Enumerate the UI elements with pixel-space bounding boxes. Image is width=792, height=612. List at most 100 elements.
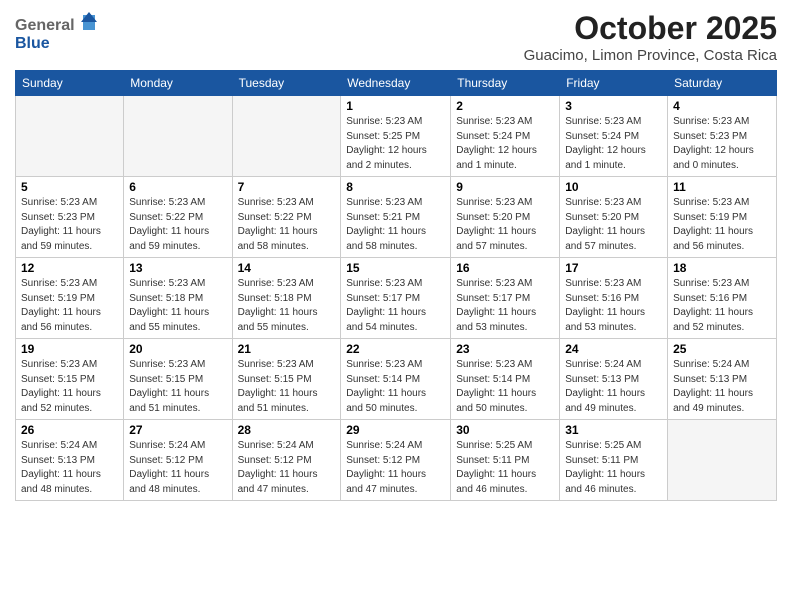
calendar-cell: 15Sunrise: 5:23 AMSunset: 5:17 PMDayligh… (341, 258, 451, 339)
weekday-header-saturday: Saturday (668, 71, 777, 96)
day-number: 10 (565, 180, 662, 194)
week-row-1: 1Sunrise: 5:23 AMSunset: 5:25 PMDaylight… (16, 96, 777, 177)
calendar-cell: 22 Sunrise: 5:23 AMSunset: 5:14 PMDayligh… (341, 339, 451, 420)
day-number: 30 (456, 423, 554, 437)
calendar-cell: 3 Sunrise: 5:23 AMSunset: 5:24 PMDaylight… (560, 96, 668, 177)
day-number: 20 (129, 342, 226, 356)
day-info: Sunrise: 5:23 AMSunset: 5:19 PMDaylight:… (673, 196, 771, 254)
day-number: 16 (456, 261, 554, 275)
calendar-cell: 18 Sunrise: 5:23 AMSunset: 5:16 PMDayligh… (668, 258, 777, 339)
calendar-table: SundayMondayTuesdayWednesdayThursdayFrid… (15, 70, 777, 501)
calendar-cell: 17 Sunrise: 5:23 AMSunset: 5:16 PMDayligh… (560, 258, 668, 339)
day-number: 8 (346, 180, 445, 194)
logo: General Blue (15, 10, 105, 60)
day-info: Sunrise: 5:23 AMSunset: 5:20 PMDaylight:… (565, 196, 662, 254)
day-number: 15 (346, 261, 445, 275)
day-number: 24 (565, 342, 662, 356)
calendar-cell: 9 Sunrise: 5:23 AMSunset: 5:20 PMDaylight… (451, 177, 560, 258)
logo-text: General Blue (15, 10, 105, 60)
day-number: 5 (21, 180, 118, 194)
weekday-header-sunday: Sunday (16, 71, 124, 96)
calendar-cell: 28 Sunrise: 5:24 AMSunset: 5:12 PMDayligh… (232, 420, 341, 501)
month-title: October 2025 (524, 10, 777, 47)
calendar-cell (124, 96, 232, 177)
day-number: 4 (673, 99, 771, 113)
calendar-cell (16, 96, 124, 177)
day-info: Sunrise: 5:23 AMSunset: 5:16 PMDaylight:… (565, 277, 662, 335)
calendar-cell (232, 96, 341, 177)
weekday-header-friday: Friday (560, 71, 668, 96)
calendar-cell: 11 Sunrise: 5:23 AMSunset: 5:19 PMDayligh… (668, 177, 777, 258)
day-info: Sunrise: 5:23 AMSunset: 5:15 PMDaylight:… (238, 358, 336, 416)
day-number: 21 (238, 342, 336, 356)
weekday-header-thursday: Thursday (451, 71, 560, 96)
calendar-cell: 19Sunrise: 5:23 AMSunset: 5:15 PMDayligh… (16, 339, 124, 420)
day-info: Sunrise: 5:23 AMSunset: 5:15 PMDaylight:… (129, 358, 226, 416)
calendar-cell: 21 Sunrise: 5:23 AMSunset: 5:15 PMDayligh… (232, 339, 341, 420)
day-number: 6 (129, 180, 226, 194)
calendar-cell: 10 Sunrise: 5:23 AMSunset: 5:20 PMDayligh… (560, 177, 668, 258)
calendar-cell: 12 Sunrise: 5:23 AMSunset: 5:19 PMDayligh… (16, 258, 124, 339)
calendar-cell: 13Sunrise: 5:23 AMSunset: 5:18 PMDayligh… (124, 258, 232, 339)
day-info: Sunrise: 5:23 AMSunset: 5:22 PMDaylight:… (238, 196, 336, 254)
calendar-cell: 14Sunrise: 5:23 AMSunset: 5:18 PMDayligh… (232, 258, 341, 339)
day-info: Sunrise: 5:24 AMSunset: 5:13 PMDaylight:… (673, 358, 771, 416)
day-number: 1 (346, 99, 445, 113)
day-info: Sunrise: 5:25 AMSunset: 5:11 PMDaylight:… (565, 439, 662, 497)
calendar-cell: 30Sunrise: 5:25 AMSunset: 5:11 PMDayligh… (451, 420, 560, 501)
day-info: Sunrise: 5:23 AMSunset: 5:24 PMDaylight:… (456, 115, 554, 173)
day-number: 2 (456, 99, 554, 113)
location: Guacimo, Limon Province, Costa Rica (524, 47, 777, 64)
title-block: October 2025 Guacimo, Limon Province, Co… (524, 10, 777, 64)
weekday-header-row: SundayMondayTuesdayWednesdayThursdayFrid… (16, 71, 777, 96)
day-number: 22 (346, 342, 445, 356)
day-number: 31 (565, 423, 662, 437)
day-info: Sunrise: 5:23 AMSunset: 5:23 PMDaylight:… (673, 115, 771, 173)
calendar-cell: 26Sunrise: 5:24 AMSunset: 5:13 PMDayligh… (16, 420, 124, 501)
weekday-header-monday: Monday (124, 71, 232, 96)
calendar-cell: 16 Sunrise: 5:23 AMSunset: 5:17 PMDayligh… (451, 258, 560, 339)
day-info: Sunrise: 5:23 AMSunset: 5:16 PMDaylight:… (673, 277, 771, 335)
week-row-3: 12 Sunrise: 5:23 AMSunset: 5:19 PMDayligh… (16, 258, 777, 339)
calendar-cell: 23Sunrise: 5:23 AMSunset: 5:14 PMDayligh… (451, 339, 560, 420)
calendar-page: General Blue October 2025 Guacimo, Limon… (0, 0, 792, 612)
day-info: Sunrise: 5:23 AMSunset: 5:19 PMDaylight:… (21, 277, 118, 335)
calendar-cell: 20 Sunrise: 5:23 AMSunset: 5:15 PMDayligh… (124, 339, 232, 420)
day-info: Sunrise: 5:24 AMSunset: 5:12 PMDaylight:… (238, 439, 336, 497)
svg-text:Blue: Blue (15, 35, 50, 52)
calendar-cell: 1Sunrise: 5:23 AMSunset: 5:25 PMDaylight… (341, 96, 451, 177)
calendar-cell: 5Sunrise: 5:23 AMSunset: 5:23 PMDaylight… (16, 177, 124, 258)
day-number: 14 (238, 261, 336, 275)
day-info: Sunrise: 5:23 AMSunset: 5:14 PMDaylight:… (456, 358, 554, 416)
day-number: 28 (238, 423, 336, 437)
calendar-cell: 31 Sunrise: 5:25 AMSunset: 5:11 PMDayligh… (560, 420, 668, 501)
calendar-cell: 24 Sunrise: 5:24 AMSunset: 5:13 PMDayligh… (560, 339, 668, 420)
week-row-5: 26Sunrise: 5:24 AMSunset: 5:13 PMDayligh… (16, 420, 777, 501)
calendar-cell: 25Sunrise: 5:24 AMSunset: 5:13 PMDayligh… (668, 339, 777, 420)
calendar-cell: 2 Sunrise: 5:23 AMSunset: 5:24 PMDaylight… (451, 96, 560, 177)
day-info: Sunrise: 5:23 AMSunset: 5:17 PMDaylight:… (456, 277, 554, 335)
day-number: 7 (238, 180, 336, 194)
weekday-header-wednesday: Wednesday (341, 71, 451, 96)
day-info: Sunrise: 5:23 AMSunset: 5:14 PMDaylight:… (346, 358, 445, 416)
day-number: 18 (673, 261, 771, 275)
week-row-2: 5Sunrise: 5:23 AMSunset: 5:23 PMDaylight… (16, 177, 777, 258)
day-info: Sunrise: 5:23 AMSunset: 5:20 PMDaylight:… (456, 196, 554, 254)
svg-text:General: General (15, 17, 75, 34)
day-number: 17 (565, 261, 662, 275)
day-number: 12 (21, 261, 118, 275)
day-info: Sunrise: 5:23 AMSunset: 5:22 PMDaylight:… (129, 196, 226, 254)
day-number: 19 (21, 342, 118, 356)
day-number: 11 (673, 180, 771, 194)
day-number: 3 (565, 99, 662, 113)
day-number: 9 (456, 180, 554, 194)
day-number: 13 (129, 261, 226, 275)
day-number: 29 (346, 423, 445, 437)
week-row-4: 19 Sunrise: 5:23 AMSunset: 5:15 PMDayligh… (16, 339, 777, 420)
day-info: Sunrise: 5:24 AMSunset: 5:13 PMDaylight:… (565, 358, 662, 416)
day-info: Sunrise: 5:24 AMSunset: 5:12 PMDaylight:… (129, 439, 226, 497)
day-info: Sunrise: 5:23 AMSunset: 5:24 PMDaylight:… (565, 115, 662, 173)
weekday-header-tuesday: Tuesday (232, 71, 341, 96)
day-info: Sunrise: 5:23 AMSunset: 5:21 PMDaylight:… (346, 196, 445, 254)
calendar-cell: 27Sunrise: 5:24 AMSunset: 5:12 PMDayligh… (124, 420, 232, 501)
